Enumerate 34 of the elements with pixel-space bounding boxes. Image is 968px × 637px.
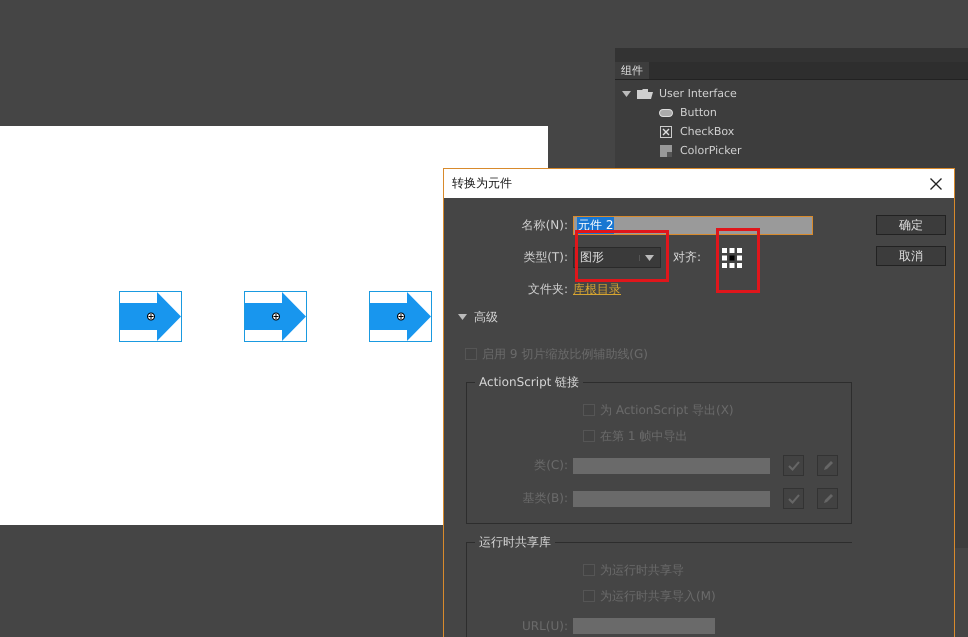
check-icon	[788, 494, 800, 504]
expand-triangle-icon[interactable]	[458, 313, 467, 321]
section-toggle[interactable]: 高级	[474, 308, 498, 326]
tree-item[interactable]: ColorPicker	[680, 144, 742, 157]
cancel-button[interactable]: 取消	[876, 246, 946, 266]
close-icon[interactable]	[930, 178, 942, 190]
tree-item[interactable]: Button	[680, 106, 717, 119]
edit-button[interactable]	[817, 455, 838, 476]
folder-icon	[637, 88, 653, 100]
ok-button[interactable]: 确定	[876, 215, 946, 235]
field-label: 名称(N):	[520, 217, 569, 234]
arrow-symbol[interactable]	[119, 291, 182, 342]
dialog-title: 转换为元件	[452, 175, 512, 192]
tree-item[interactable]: User Interface	[659, 87, 737, 100]
group-title: 运行时共享库	[475, 534, 555, 551]
expand-triangle-icon[interactable]	[622, 90, 631, 98]
field-label: 类型(T):	[522, 249, 569, 266]
group-title: ActionScript 链接	[475, 374, 584, 391]
arrow-symbol[interactable]	[244, 291, 307, 342]
color-picker-icon	[659, 144, 673, 156]
check-icon	[788, 460, 800, 470]
arrow-symbol[interactable]	[369, 291, 432, 342]
field-label: 文件夹:	[526, 281, 569, 298]
type-dropdown[interactable]: 图形	[573, 247, 661, 268]
caret-icon	[639, 254, 654, 260]
pencil-icon	[822, 460, 834, 472]
folder-link[interactable]: 库根目录	[573, 281, 621, 298]
button-icon	[659, 106, 673, 118]
edit-button[interactable]	[817, 488, 838, 509]
panel-tab[interactable]: 组件	[615, 62, 649, 79]
tree-item[interactable]: CheckBox	[680, 125, 734, 138]
pencil-icon	[822, 492, 834, 504]
field-label: 对齐:	[673, 249, 702, 266]
checkbox-icon	[659, 126, 673, 138]
